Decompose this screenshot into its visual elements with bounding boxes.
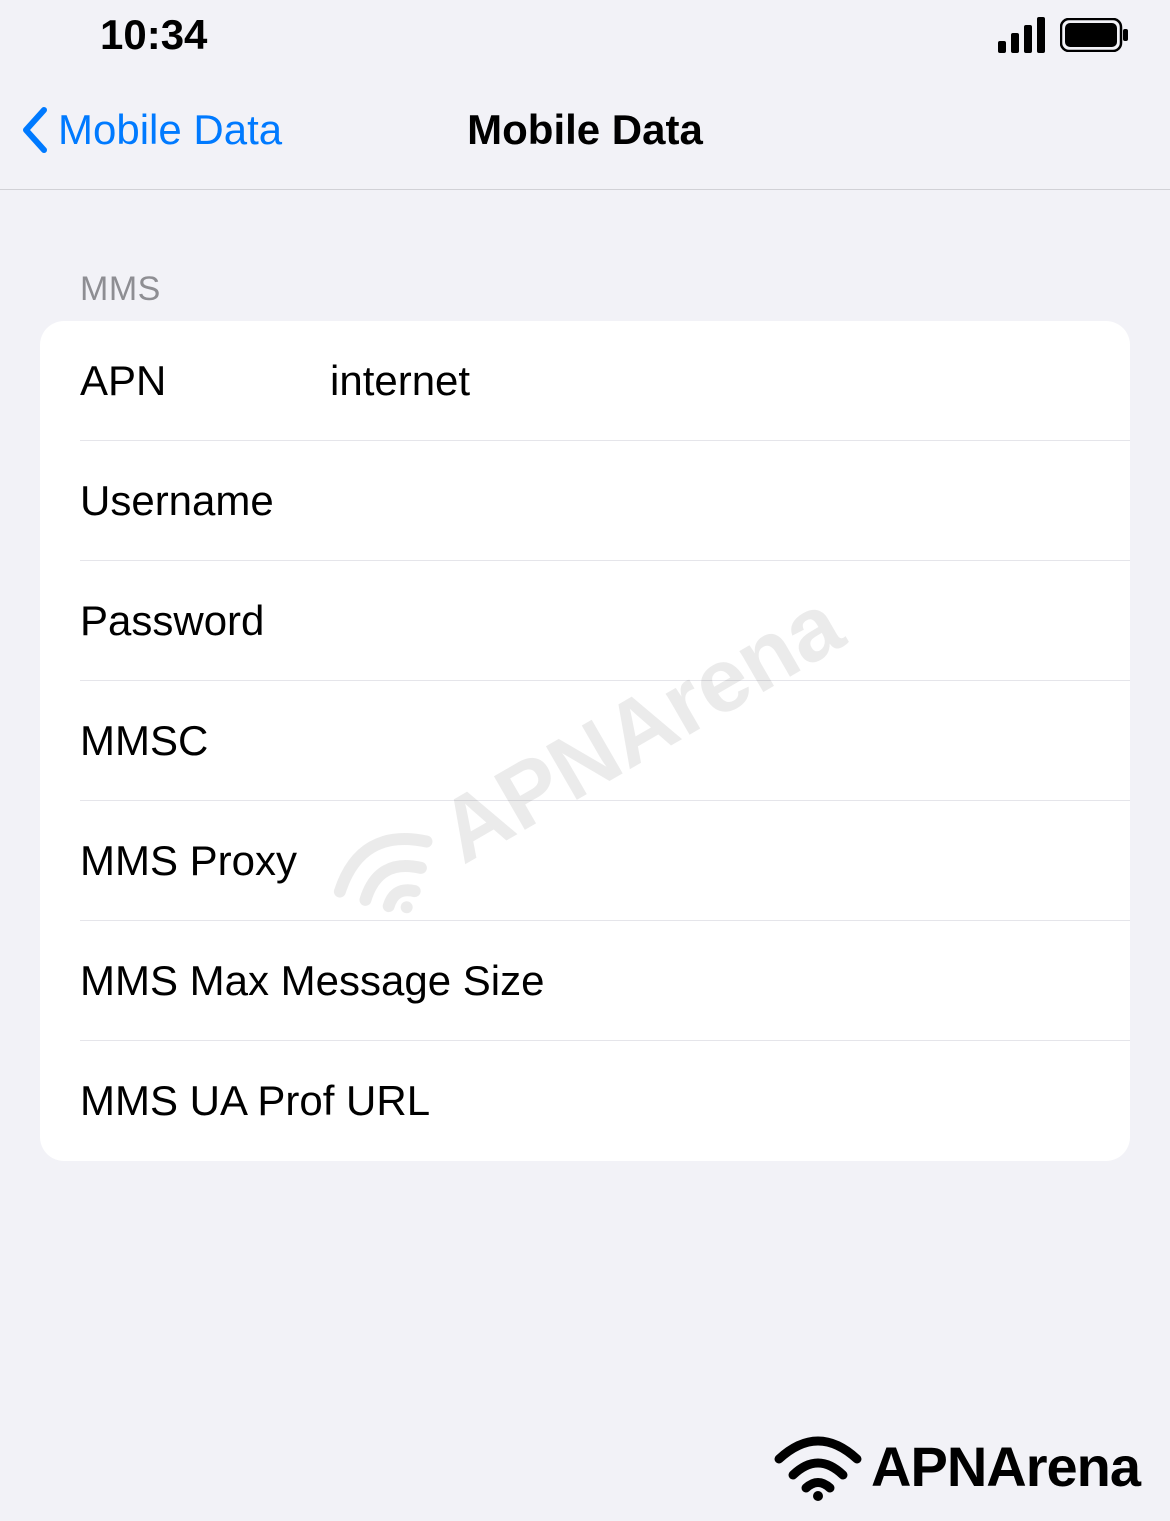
mms-proxy-input[interactable]: [549, 837, 1090, 885]
settings-row-username[interactable]: Username: [40, 441, 1130, 561]
row-label-mms-max-size: MMS Max Message Size: [80, 957, 549, 1005]
mms-max-size-input[interactable]: [549, 957, 1090, 1005]
row-label-mms-proxy: MMS Proxy: [80, 837, 549, 885]
back-label: Mobile Data: [58, 106, 282, 154]
status-time: 10:34: [100, 11, 207, 59]
settings-row-mms-max-size[interactable]: MMS Max Message Size: [40, 921, 1130, 1041]
password-input[interactable]: [330, 597, 1090, 645]
settings-row-mms-ua-prof[interactable]: MMS UA Prof URL: [40, 1041, 1130, 1161]
settings-row-mmsc[interactable]: MMSC: [40, 681, 1130, 801]
mmsc-input[interactable]: [330, 717, 1090, 765]
row-label-mmsc: MMSC: [80, 717, 330, 765]
settings-row-apn[interactable]: APN: [40, 321, 1130, 441]
mms-ua-prof-input[interactable]: [549, 1077, 1090, 1125]
back-button[interactable]: Mobile Data: [20, 106, 282, 154]
footer-text: APNArena: [871, 1434, 1140, 1499]
settings-group-mms: APN Username Password MMSC MMS Proxy MMS…: [40, 321, 1130, 1161]
footer-logo: APNArena: [773, 1431, 1140, 1501]
settings-row-mms-proxy[interactable]: MMS Proxy: [40, 801, 1130, 921]
battery-icon: [1060, 18, 1130, 52]
page-title: Mobile Data: [467, 106, 703, 154]
cellular-signal-icon: [998, 17, 1048, 53]
wifi-icon: [773, 1431, 863, 1501]
row-label-apn: APN: [80, 357, 330, 405]
section-header-mms: MMS: [0, 270, 1170, 321]
row-label-password: Password: [80, 597, 330, 645]
apn-input[interactable]: [330, 357, 1090, 405]
row-label-mms-ua-prof: MMS UA Prof URL: [80, 1077, 549, 1125]
status-indicators: [998, 17, 1130, 53]
status-bar: 10:34: [0, 0, 1170, 70]
username-input[interactable]: [330, 477, 1090, 525]
navigation-bar: Mobile Data Mobile Data: [0, 70, 1170, 190]
content-area: MMS APN Username Password MMSC MMS Proxy: [0, 190, 1170, 1161]
chevron-left-icon: [20, 106, 50, 154]
settings-row-password[interactable]: Password: [40, 561, 1130, 681]
row-label-username: Username: [80, 477, 330, 525]
